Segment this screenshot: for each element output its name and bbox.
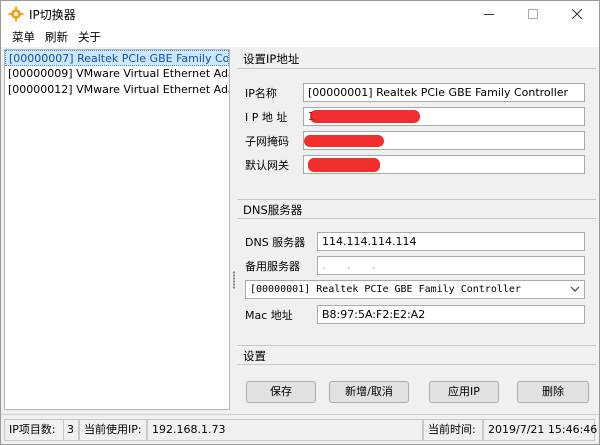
current-time-value: 2019/7/21 15:46:46	[483, 419, 597, 441]
dns-input[interactable]: 114.114.114.114	[317, 232, 585, 251]
adapter-list-item[interactable]: [00000012] VMware Virtual Ethernet Adapt…	[5, 82, 229, 98]
subnet-mask-input[interactable]	[303, 131, 585, 150]
delete-button[interactable]: 删除	[517, 381, 589, 403]
apply-ip-button[interactable]: 应用IP	[429, 381, 499, 403]
settings-section-header: 设置	[237, 345, 596, 365]
close-icon	[572, 9, 582, 19]
adapter-list[interactable]: [00000007] Realtek PCIe GBE Family Contr…	[4, 49, 230, 410]
alt-dns-label: 备用服务器	[245, 259, 300, 273]
gateway-label: 默认网关	[245, 158, 289, 172]
adapter-list-item[interactable]: [00000007] Realtek PCIe GBE Family Contr…	[5, 50, 229, 66]
redaction-mark	[304, 135, 384, 147]
mac-label: Mac 地址	[245, 308, 293, 322]
chevron-down-icon	[570, 286, 580, 292]
current-time-label: 当前时间:	[423, 419, 483, 441]
ip-name-label: IP名称	[245, 86, 277, 100]
subnet-row: 子网掩码	[245, 131, 585, 150]
title-bar[interactable]: IP切换器	[1, 1, 599, 27]
settings-section: 设置	[237, 345, 596, 365]
alt-dns-row: 备用服务器 . . .	[245, 256, 585, 275]
splitter-grip-icon	[233, 271, 235, 289]
menu-item-refresh[interactable]: 刷新	[40, 27, 73, 47]
ip-settings-section: 设置IP地址 IP名称 [00000001] Realtek PCIe GBE …	[237, 49, 596, 199]
subnet-mask-label: 子网掩码	[245, 134, 289, 148]
ip-address-label: I P 地 址	[245, 110, 288, 124]
redaction-mark	[310, 110, 420, 123]
gateway-input[interactable]	[303, 155, 585, 174]
ip-count-value: 3	[63, 419, 79, 441]
dns-section-header: DNS服务器	[237, 199, 596, 219]
current-ip-label: 当前使用IP:	[79, 419, 147, 441]
gateway-row: 默认网关	[245, 155, 585, 174]
mac-address-input[interactable]: B8:97:5A:F2:E2:A2	[317, 305, 585, 324]
redaction-mark	[308, 158, 380, 172]
status-bar: IP项目数: 3 当前使用IP: 192.168.1.73 当前时间: 2019…	[1, 414, 599, 444]
current-ip-value: 192.168.1.73	[147, 419, 423, 441]
app-window: IP切换器 菜单 刷新 关于 [00000007] Realtek PCIe G…	[0, 0, 600, 445]
dns-label: DNS 服务器	[245, 235, 306, 249]
menu-item-menu[interactable]: 菜单	[7, 27, 40, 47]
ip-address-input[interactable]: 1	[303, 107, 585, 126]
mac-row: Mac 地址 B8:97:5A:F2:E2:A2	[245, 305, 585, 324]
save-button[interactable]: 保存	[246, 381, 316, 403]
ip-count-label: IP项目数:	[4, 419, 64, 441]
settings-panel: 设置IP地址 IP名称 [00000001] Realtek PCIe GBE …	[237, 49, 596, 410]
adapter-select-value: [00000001] Realtek PCIe GBE Family Contr…	[250, 284, 521, 295]
add-cancel-button[interactable]: 新增/取消	[329, 381, 409, 403]
ip-address-row: I P 地 址 1	[245, 107, 585, 126]
ip-section-header: 设置IP地址	[237, 49, 596, 69]
maximize-icon	[528, 9, 538, 19]
gear-app-icon	[8, 6, 24, 22]
menu-item-about[interactable]: 关于	[73, 27, 106, 47]
ip-name-input[interactable]: [00000001] Realtek PCIe GBE Family Contr…	[303, 83, 585, 102]
minimize-icon	[484, 13, 494, 15]
minimize-button[interactable]	[467, 1, 511, 27]
close-button[interactable]	[555, 1, 599, 27]
adapter-select[interactable]: [00000001] Realtek PCIe GBE Family Contr…	[245, 280, 585, 299]
adapter-list-item[interactable]: [00000009] VMware Virtual Ethernet Adapt…	[5, 66, 229, 82]
panel-splitter[interactable]	[232, 49, 236, 410]
alt-dns-input[interactable]: . . .	[317, 256, 585, 275]
dns-row: DNS 服务器 114.114.114.114	[245, 232, 585, 251]
maximize-button[interactable]	[511, 1, 555, 27]
ip-name-row: IP名称 [00000001] Realtek PCIe GBE Family …	[245, 83, 585, 102]
window-title: IP切换器	[29, 8, 76, 22]
menu-bar: 菜单 刷新 关于	[1, 27, 599, 47]
